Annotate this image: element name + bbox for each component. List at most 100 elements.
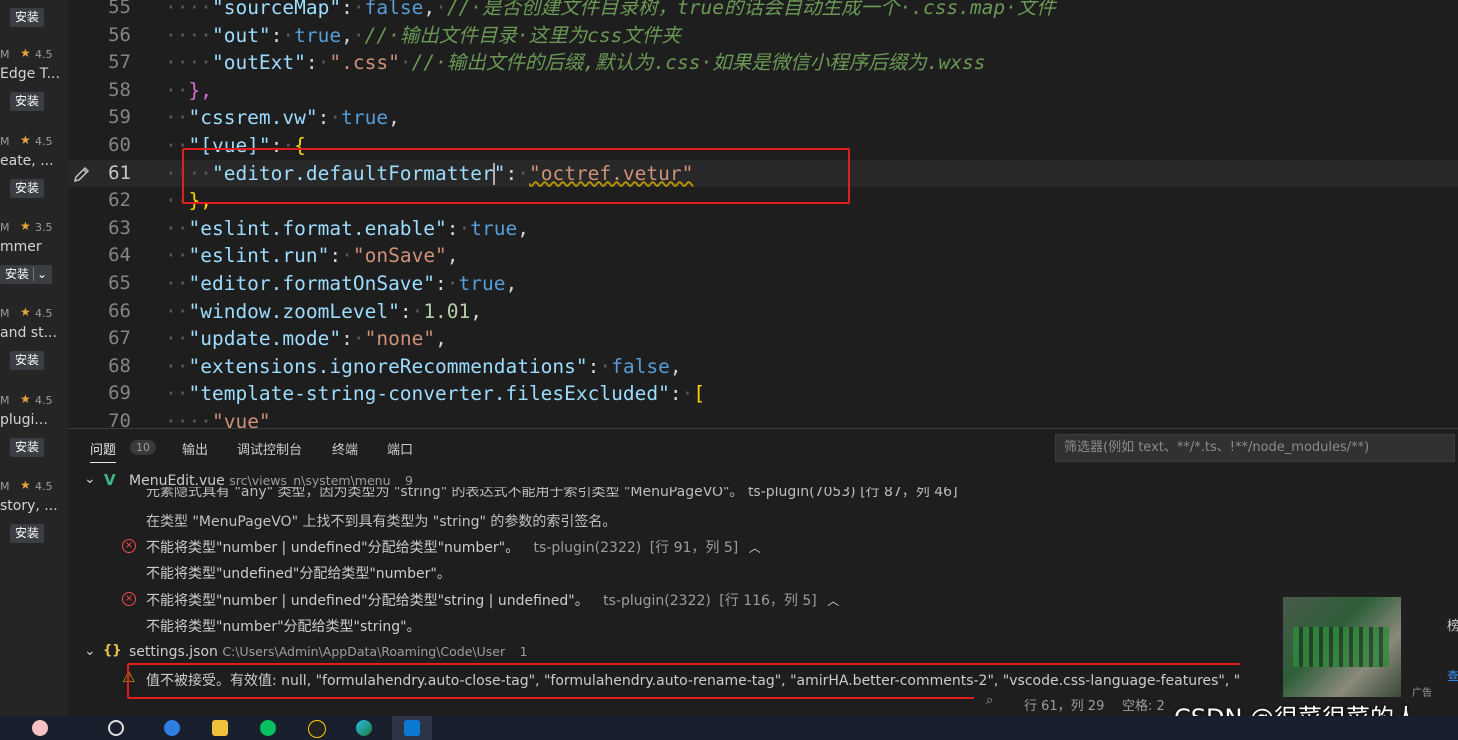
line-number: 70 xyxy=(108,410,131,428)
problem-message: 在类型 "MenuPageVO" 上找不到具有类型为 "string" 的参数的… xyxy=(146,514,617,530)
tab-debug-console[interactable]: 调试控制台 xyxy=(237,439,302,458)
ad-popup[interactable]: 榜 查 广告 xyxy=(1240,585,1458,710)
extension-item[interactable]: M ★ 4.5 story, ... 安装 xyxy=(0,476,68,563)
code-line[interactable]: 64 ··"eslint.run":·"onSave", xyxy=(68,242,1458,270)
extension-rating: 4.5 xyxy=(35,394,53,407)
cursor-position[interactable]: 行 61，列 29 xyxy=(1024,695,1104,714)
code-line[interactable]: 57 ····"outExt":·".css"·//·输出文件的后缀,默认为.c… xyxy=(68,49,1458,77)
line-number: 61 xyxy=(108,161,131,184)
problem-source: ts-plugin(2322) xyxy=(603,593,711,609)
ad-image[interactable] xyxy=(1283,597,1401,697)
code-line[interactable]: 55 ····"sourceMap":·false,·//·是否创建文件目录树，… xyxy=(68,0,1458,22)
install-button[interactable]: 安装 xyxy=(10,179,45,198)
code-line[interactable]: 63 ··"eslint.format.enable":·true, xyxy=(68,215,1458,243)
ad-label: 广告 xyxy=(1412,688,1432,699)
error-icon: × xyxy=(122,539,136,553)
code-line[interactable]: 65 ··"editor.formatOnSave":·true, xyxy=(68,270,1458,298)
extensions-sidebar: 安装 M ★ 4.5 Edge T... 安装 M ★ 4.5 eate, ... 安装… xyxy=(0,0,68,716)
line-number: 68 xyxy=(108,354,131,377)
panel-tabs: 问题 10 输出 调试控制台 终端 端口 筛选器(例如 text、**/*.ts… xyxy=(68,429,1458,467)
problem-row[interactable]: 不能将类型"number | undefined"分配给类型"string | … xyxy=(146,590,839,610)
code-line[interactable]: 59 ··"cssrem.vw":·true, xyxy=(68,104,1458,132)
line-number: 65 xyxy=(108,272,131,294)
tab-output[interactable]: 输出 xyxy=(182,439,208,458)
code-line[interactable]: 70 ····"vue" xyxy=(68,408,1458,428)
line-number: 60 xyxy=(108,134,131,156)
json-value: true xyxy=(470,216,518,240)
code-line[interactable]: 56 ····"out":·true,·//·输出文件目录·这里为css文件夹 xyxy=(68,22,1458,50)
code-line[interactable]: 69 ··"template-string-converter.filesExc… xyxy=(68,380,1458,408)
taskbar-app[interactable] xyxy=(152,716,192,740)
json-file-icon: {} xyxy=(103,643,122,658)
extension-item[interactable]: M ★ 4.5 plugi... 安装 xyxy=(0,390,68,477)
json-value: true xyxy=(294,23,342,47)
chevron-down-icon[interactable]: ⌄ xyxy=(84,471,96,487)
code-line[interactable]: 58 ··}, xyxy=(68,77,1458,105)
problem-detail[interactable]: 不能将类型"undefined"分配给类型"number"。 xyxy=(146,563,451,583)
chevron-up-icon[interactable]: ︿ xyxy=(827,594,839,608)
code-line[interactable]: 66 ··"window.zoomLevel":·1.01, xyxy=(68,298,1458,326)
taskbar-app[interactable] xyxy=(248,716,288,740)
problem-row[interactable]: 不能将类型"number | undefined"分配给类型"number"。 … xyxy=(146,537,761,557)
install-button[interactable]: 安装 xyxy=(10,524,45,543)
code-line[interactable]: 68 ··"extensions.ignoreRecommendations":… xyxy=(68,353,1458,381)
json-key: "out" xyxy=(211,23,271,47)
ad-title[interactable]: 榜 xyxy=(1447,615,1458,634)
problems-count-badge: 10 xyxy=(130,440,156,455)
chevron-up-icon[interactable]: ︿ xyxy=(749,541,761,555)
star-icon: ★ xyxy=(20,46,31,60)
search-icon[interactable]: ⌕ xyxy=(986,693,993,708)
install-button[interactable]: 安装 xyxy=(10,438,45,457)
extension-publisher: M xyxy=(0,48,10,61)
extension-rating: 3.5 xyxy=(35,221,53,234)
extension-item[interactable]: M ★ 4.5 Edge T... 安装 xyxy=(0,44,68,131)
line-number: 55 xyxy=(108,0,131,18)
code-line[interactable]: 67 ··"update.mode":·"none", xyxy=(68,325,1458,353)
problem-file-header[interactable]: settings.json C:\Users\Admin\AppData\Roa… xyxy=(129,644,528,660)
json-value: true xyxy=(341,106,389,130)
wechat-icon xyxy=(260,720,276,736)
install-button[interactable]: 安装 xyxy=(10,8,45,27)
tab-ports[interactable]: 端口 xyxy=(387,439,413,458)
extension-item[interactable]: M ★ 3.5 mmer 安装 ⌄ xyxy=(0,217,68,304)
json-key: "eslint.format.enable" xyxy=(188,216,447,240)
json-key: "editor.formatOnSave" xyxy=(188,272,436,295)
code-comment: //·输出文件的后缀,默认为.css·如果是微信小程序后缀为.wxss xyxy=(411,51,986,75)
line-number: 69 xyxy=(108,382,131,405)
install-button[interactable]: 安装 ⌄ xyxy=(0,265,53,284)
indentation[interactable]: 空格: 2 xyxy=(1122,695,1165,714)
ad-more-link[interactable]: 查 xyxy=(1447,667,1458,684)
problem-detail[interactable]: 不能将类型"number"分配给类型"string"。 xyxy=(146,616,421,636)
json-key: "eslint.run" xyxy=(188,244,330,268)
taskbar-search[interactable] xyxy=(96,716,136,740)
extension-item[interactable]: M ★ 4.5 and st... 安装 xyxy=(0,303,68,390)
tab-problems[interactable]: 问题 xyxy=(90,439,117,463)
problem-detail[interactable]: 在类型 "MenuPageVO" 上找不到具有类型为 "string" 的参数的… xyxy=(146,511,616,531)
install-button[interactable]: 安装 xyxy=(10,351,45,370)
extension-rating: 4.5 xyxy=(35,307,53,320)
install-button[interactable]: 安装 xyxy=(10,92,45,111)
chevron-down-icon[interactable]: ⌄ xyxy=(33,267,48,281)
extension-item[interactable]: 安装 xyxy=(0,0,68,47)
taskbar-app-vscode[interactable] xyxy=(392,716,432,740)
qq-icon xyxy=(308,720,326,738)
taskbar-app[interactable] xyxy=(344,716,384,740)
problem-message: 元素隐式具有 "any" 类型，因为类型为 "string" 的表达式不能用于索… xyxy=(146,487,958,499)
star-icon: ★ xyxy=(20,392,31,406)
taskbar-app[interactable] xyxy=(296,716,336,740)
file-problem-count: 1 xyxy=(519,644,528,659)
taskbar-app[interactable] xyxy=(20,716,60,740)
star-icon: ★ xyxy=(20,305,31,319)
extension-item[interactable]: M ★ 4.5 eate, ... 安装 xyxy=(0,131,68,218)
filter-input[interactable]: 筛选器(例如 text、**/*.ts、!**/node_modules/**) xyxy=(1055,434,1455,462)
chevron-down-icon[interactable]: ⌄ xyxy=(84,643,96,659)
json-value: false xyxy=(364,0,424,19)
problem-message: 不能将类型"number | undefined"分配给类型"string | … xyxy=(146,593,589,609)
install-label: 安装 xyxy=(5,267,30,281)
problem-row-partial[interactable]: 元素隐式具有 "any" 类型，因为类型为 "string" 的表达式不能用于索… xyxy=(146,487,958,499)
tab-terminal[interactable]: 终端 xyxy=(332,439,358,458)
taskbar-app[interactable] xyxy=(200,716,240,740)
code-editor[interactable]: 55 ····"sourceMap":·false,·//·是否创建文件目录树，… xyxy=(68,0,1458,428)
extension-publisher: M xyxy=(0,135,10,148)
line-number: 62 xyxy=(108,189,131,212)
